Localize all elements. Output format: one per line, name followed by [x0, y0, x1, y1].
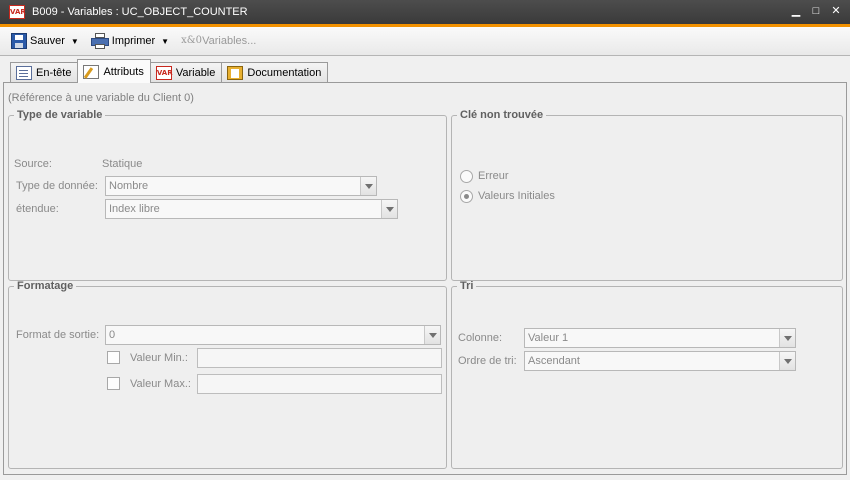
data-type-label: Type de donnée: [16, 180, 98, 192]
sort-order-label: Ordre de tri: [458, 355, 517, 367]
chevron-down-icon[interactable] [779, 352, 795, 370]
print-dropdown-arrow-icon[interactable]: ▼ [161, 37, 169, 46]
scope-value: Index libre [109, 203, 160, 215]
save-label: Sauver [30, 35, 65, 47]
print-button[interactable]: Imprimer ▼ [88, 30, 172, 52]
pencil-doc-icon [83, 64, 100, 79]
group-sort: Tri Colonne: Valeur 1 Ordre de tri: Asce… [451, 280, 843, 469]
chevron-down-icon[interactable] [424, 326, 440, 344]
source-value: Statique [102, 158, 143, 170]
chevron-down-icon[interactable] [779, 329, 795, 347]
radio-initial-values[interactable] [460, 190, 473, 203]
tab-label: Variable [175, 67, 216, 79]
print-label: Imprimer [111, 35, 156, 47]
max-value-input[interactable] [197, 374, 442, 394]
group-legend: Clé non trouvée [460, 109, 544, 121]
sort-order-value: Ascendant [528, 355, 580, 367]
sort-order-select[interactable]: Ascendant [524, 351, 796, 371]
tab-attributs[interactable]: Attributs [77, 59, 151, 83]
min-value-input[interactable] [197, 348, 442, 368]
save-dropdown-arrow-icon[interactable]: ▼ [71, 37, 79, 46]
maximize-icon[interactable]: □ [810, 4, 822, 18]
variables-button[interactable]: x&0 Variables... [178, 30, 259, 52]
group-key-not-found: Clé non trouvée Erreur Valeurs Initiales [451, 109, 843, 281]
tab-label: Documentation [247, 67, 322, 79]
tab-en-tete[interactable]: En-tête [10, 62, 79, 83]
radio-error[interactable] [460, 170, 473, 183]
min-value-checkbox[interactable] [107, 351, 120, 364]
printer-icon [90, 33, 109, 49]
radio-error-label: Erreur [478, 170, 509, 182]
var-app-icon: VAR [9, 5, 26, 19]
variables-label: Variables... [202, 35, 257, 47]
radio-initial-values-label: Valeurs Initiales [478, 190, 555, 202]
tab-label: Attributs [103, 65, 144, 78]
column-select[interactable]: Valeur 1 [524, 328, 796, 348]
chevron-down-icon[interactable] [360, 177, 376, 195]
header-doc-icon [16, 66, 32, 80]
min-value-label: Valeur Min.: [130, 352, 188, 364]
chevron-down-icon[interactable] [381, 200, 397, 218]
group-legend: Formatage [17, 280, 74, 292]
column-value: Valeur 1 [528, 332, 569, 344]
column-label: Colonne: [458, 332, 503, 344]
save-button[interactable]: Sauver ▼ [8, 30, 82, 52]
max-value-label: Valeur Max.: [130, 378, 191, 390]
scope-label: étendue: [16, 203, 59, 215]
data-type-select[interactable]: Nombre [105, 176, 377, 196]
client-reference-label: (Référence à une variable du Client 0) [8, 92, 194, 104]
data-type-value: Nombre [109, 180, 149, 192]
tab-label: En-tête [36, 67, 72, 79]
tab-documentation[interactable]: Documentation [221, 62, 329, 83]
output-format-label: Format de sortie: [16, 329, 100, 341]
close-icon[interactable]: ✕ [830, 4, 842, 18]
save-icon [11, 33, 27, 49]
max-value-checkbox[interactable] [107, 377, 120, 390]
group-legend: Type de variable [17, 109, 103, 121]
var-icon: VAR [155, 66, 173, 80]
group-type-variable: Type de variable Source: Statique Type d… [8, 109, 447, 281]
group-legend: Tri [460, 280, 474, 292]
window-titlebar: VAR B009 - Variables : UC_OBJECT_COUNTER… [0, 0, 850, 24]
tab-variable[interactable]: VAR Variable [149, 62, 223, 83]
toolbar: Sauver ▼ Imprimer ▼ x&0 Variables... [0, 27, 850, 56]
tab-bar: En-tête Attributs VAR Variable Documenta… [10, 59, 329, 83]
attributes-panel: (Référence à une variable du Client 0) T… [3, 82, 847, 475]
source-label: Source: [14, 158, 52, 170]
window-title: B009 - Variables : UC_OBJECT_COUNTER [32, 6, 248, 18]
documentation-icon [227, 66, 244, 80]
scope-select[interactable]: Index libre [105, 199, 398, 219]
minimize-icon[interactable]: ▁ [790, 4, 802, 18]
output-format-value: 0 [109, 329, 116, 341]
output-format-select[interactable]: 0 [105, 325, 441, 345]
variables-icon: x&0 [181, 35, 202, 46]
group-formatting: Formatage Format de sortie: 0 Valeur Min… [8, 280, 447, 469]
